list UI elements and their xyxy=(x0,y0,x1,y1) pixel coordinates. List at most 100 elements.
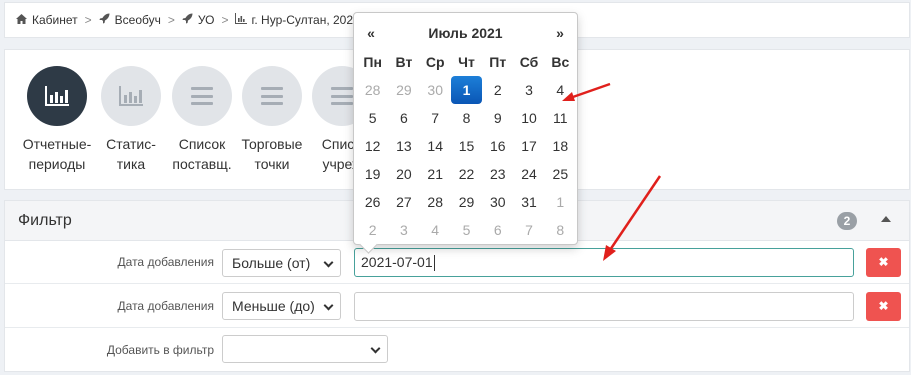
tile-label: Отчетные-периоды xyxy=(22,136,92,172)
date-input[interactable]: 2021-07-01 xyxy=(354,248,854,277)
rocket-icon xyxy=(182,13,193,27)
weekday-label: Вт xyxy=(395,54,413,70)
day-cell[interactable]: 17 xyxy=(513,132,544,160)
weekday-label: Пт xyxy=(489,54,507,70)
calendar-grid: Пн Вт Ср Чт Пт Сб Вс 28 29 30 1 2 3 4 5 6 7 8 9 10 11… xyxy=(357,48,576,244)
day-cell[interactable]: 29 xyxy=(451,188,482,216)
month-title[interactable]: Июль 2021 xyxy=(384,25,547,41)
day-cell[interactable]: 20 xyxy=(388,160,419,188)
day-cell[interactable]: 27 xyxy=(388,188,419,216)
filter-row: Добавить в фильтр xyxy=(5,329,909,372)
day-cell[interactable]: 28 xyxy=(420,188,451,216)
day-cell[interactable]: 21 xyxy=(420,160,451,188)
day-cell[interactable]: 26 xyxy=(357,188,388,216)
chevron-down-icon xyxy=(370,343,381,354)
day-cell[interactable]: 8 xyxy=(545,216,576,244)
day-cell[interactable]: 30 xyxy=(420,76,451,104)
tile-statistics[interactable]: Статис-тика xyxy=(91,66,171,174)
day-cell[interactable]: 3 xyxy=(513,76,544,104)
tile-retail-points[interactable]: Торговые точки xyxy=(232,66,312,174)
breadcrumb-item-uo[interactable]: УО xyxy=(182,13,215,27)
tile-label: Статис-тика xyxy=(106,136,156,172)
datepicker-header: « Июль 2021 » xyxy=(358,21,573,45)
day-cell[interactable]: 31 xyxy=(513,188,544,216)
breadcrumb-separator: > xyxy=(221,13,229,27)
day-cell[interactable]: 7 xyxy=(513,216,544,244)
bar-chart-icon xyxy=(45,86,69,106)
day-cell[interactable]: 25 xyxy=(545,160,576,188)
chevron-down-icon xyxy=(323,257,334,268)
filter-title: Фильтр xyxy=(18,211,72,229)
filter-field-label: Дата добавления xyxy=(117,299,214,313)
breadcrumb-separator: > xyxy=(167,13,175,27)
day-cell[interactable]: 18 xyxy=(545,132,576,160)
next-month-button[interactable]: » xyxy=(547,25,573,41)
collapse-up-icon[interactable] xyxy=(881,216,891,222)
day-cell[interactable]: 13 xyxy=(388,132,419,160)
day-cell[interactable]: 23 xyxy=(482,160,513,188)
prev-month-button[interactable]: « xyxy=(358,25,384,41)
weekday-label: Ср xyxy=(425,54,445,70)
week-row: 5 6 7 8 9 10 11 xyxy=(357,104,576,132)
tile-suppliers-list[interactable]: Список поставщ. xyxy=(162,66,242,174)
day-cell[interactable]: 29 xyxy=(388,76,419,104)
delete-filter-button[interactable]: ✖ xyxy=(866,248,901,277)
filter-count-badge: 2 xyxy=(837,212,857,230)
day-cell[interactable]: 5 xyxy=(357,104,388,132)
day-cell[interactable]: 30 xyxy=(482,188,513,216)
day-cell[interactable]: 24 xyxy=(513,160,544,188)
day-cell[interactable]: 15 xyxy=(451,132,482,160)
breadcrumb-item-vseobuch[interactable]: Всеобуч xyxy=(99,13,161,27)
tile-circle xyxy=(101,66,161,126)
day-cell[interactable]: 2 xyxy=(482,76,513,104)
day-cell[interactable]: 4 xyxy=(420,216,451,244)
breadcrumb-label: УО xyxy=(197,13,215,27)
breadcrumb-item-city[interactable]: г. Нур-Султан, 202 xyxy=(235,13,353,27)
list-icon xyxy=(191,87,213,105)
week-row: 19 20 21 22 23 24 25 xyxy=(357,160,576,188)
day-cell[interactable]: 8 xyxy=(451,104,482,132)
day-cell[interactable]: 6 xyxy=(482,216,513,244)
day-cell[interactable]: 9 xyxy=(482,104,513,132)
tile-circle xyxy=(242,66,302,126)
day-cell[interactable]: 3 xyxy=(388,216,419,244)
day-cell[interactable]: 11 xyxy=(545,104,576,132)
day-cell[interactable]: 10 xyxy=(513,104,544,132)
home-icon xyxy=(16,13,27,27)
tile-label: Список поставщ. xyxy=(172,136,232,172)
day-cell[interactable]: 22 xyxy=(451,160,482,188)
day-cell[interactable]: 12 xyxy=(357,132,388,160)
weekday-label: Чт xyxy=(458,54,475,70)
day-cell[interactable]: 14 xyxy=(420,132,451,160)
breadcrumb-separator: > xyxy=(84,13,92,27)
add-filter-select[interactable] xyxy=(222,335,388,363)
tile-circle xyxy=(27,66,87,126)
delete-filter-button[interactable]: ✖ xyxy=(866,292,901,321)
tile-reporting-periods[interactable]: Отчетные-периоды xyxy=(17,66,97,174)
operator-select[interactable]: Меньше (до) xyxy=(222,292,341,320)
day-cell[interactable]: 5 xyxy=(451,216,482,244)
weekday-row: Пн Вт Ср Чт Пт Сб Вс xyxy=(357,48,576,76)
rocket-icon xyxy=(99,13,110,27)
day-cell[interactable]: 6 xyxy=(388,104,419,132)
day-cell[interactable]: 7 xyxy=(420,104,451,132)
operator-select[interactable]: Больше (от) xyxy=(222,249,341,277)
breadcrumb-item-cabinet[interactable]: Кабинет xyxy=(16,13,78,27)
selected-day-cell[interactable]: 1 xyxy=(450,76,483,104)
day-cell[interactable]: 1 xyxy=(545,188,576,216)
weekday-label: Сб xyxy=(519,54,539,70)
day-cell[interactable]: 16 xyxy=(482,132,513,160)
bar-chart-icon xyxy=(235,13,248,27)
filter-field-label: Дата добавления xyxy=(117,255,214,269)
day-cell[interactable]: 2 xyxy=(357,216,388,244)
datepicker-popup: « Июль 2021 » Пн Вт Ср Чт Пт Сб Вс 28 29 3… xyxy=(353,12,578,245)
filter-row: Дата добавления Больше (от) 2021-07-01 ✖ xyxy=(5,241,909,284)
day-cell[interactable]: 28 xyxy=(357,76,388,104)
day-cell[interactable]: 19 xyxy=(357,160,388,188)
tile-label: Торговые точки xyxy=(241,136,303,172)
filter-row: Дата добавления Меньше (до) ✖ xyxy=(5,285,909,328)
week-row: 28 29 30 1 2 3 4 xyxy=(357,76,576,104)
day-cell[interactable]: 4 xyxy=(545,76,576,104)
date-input[interactable] xyxy=(354,292,854,321)
text-cursor xyxy=(433,255,435,272)
